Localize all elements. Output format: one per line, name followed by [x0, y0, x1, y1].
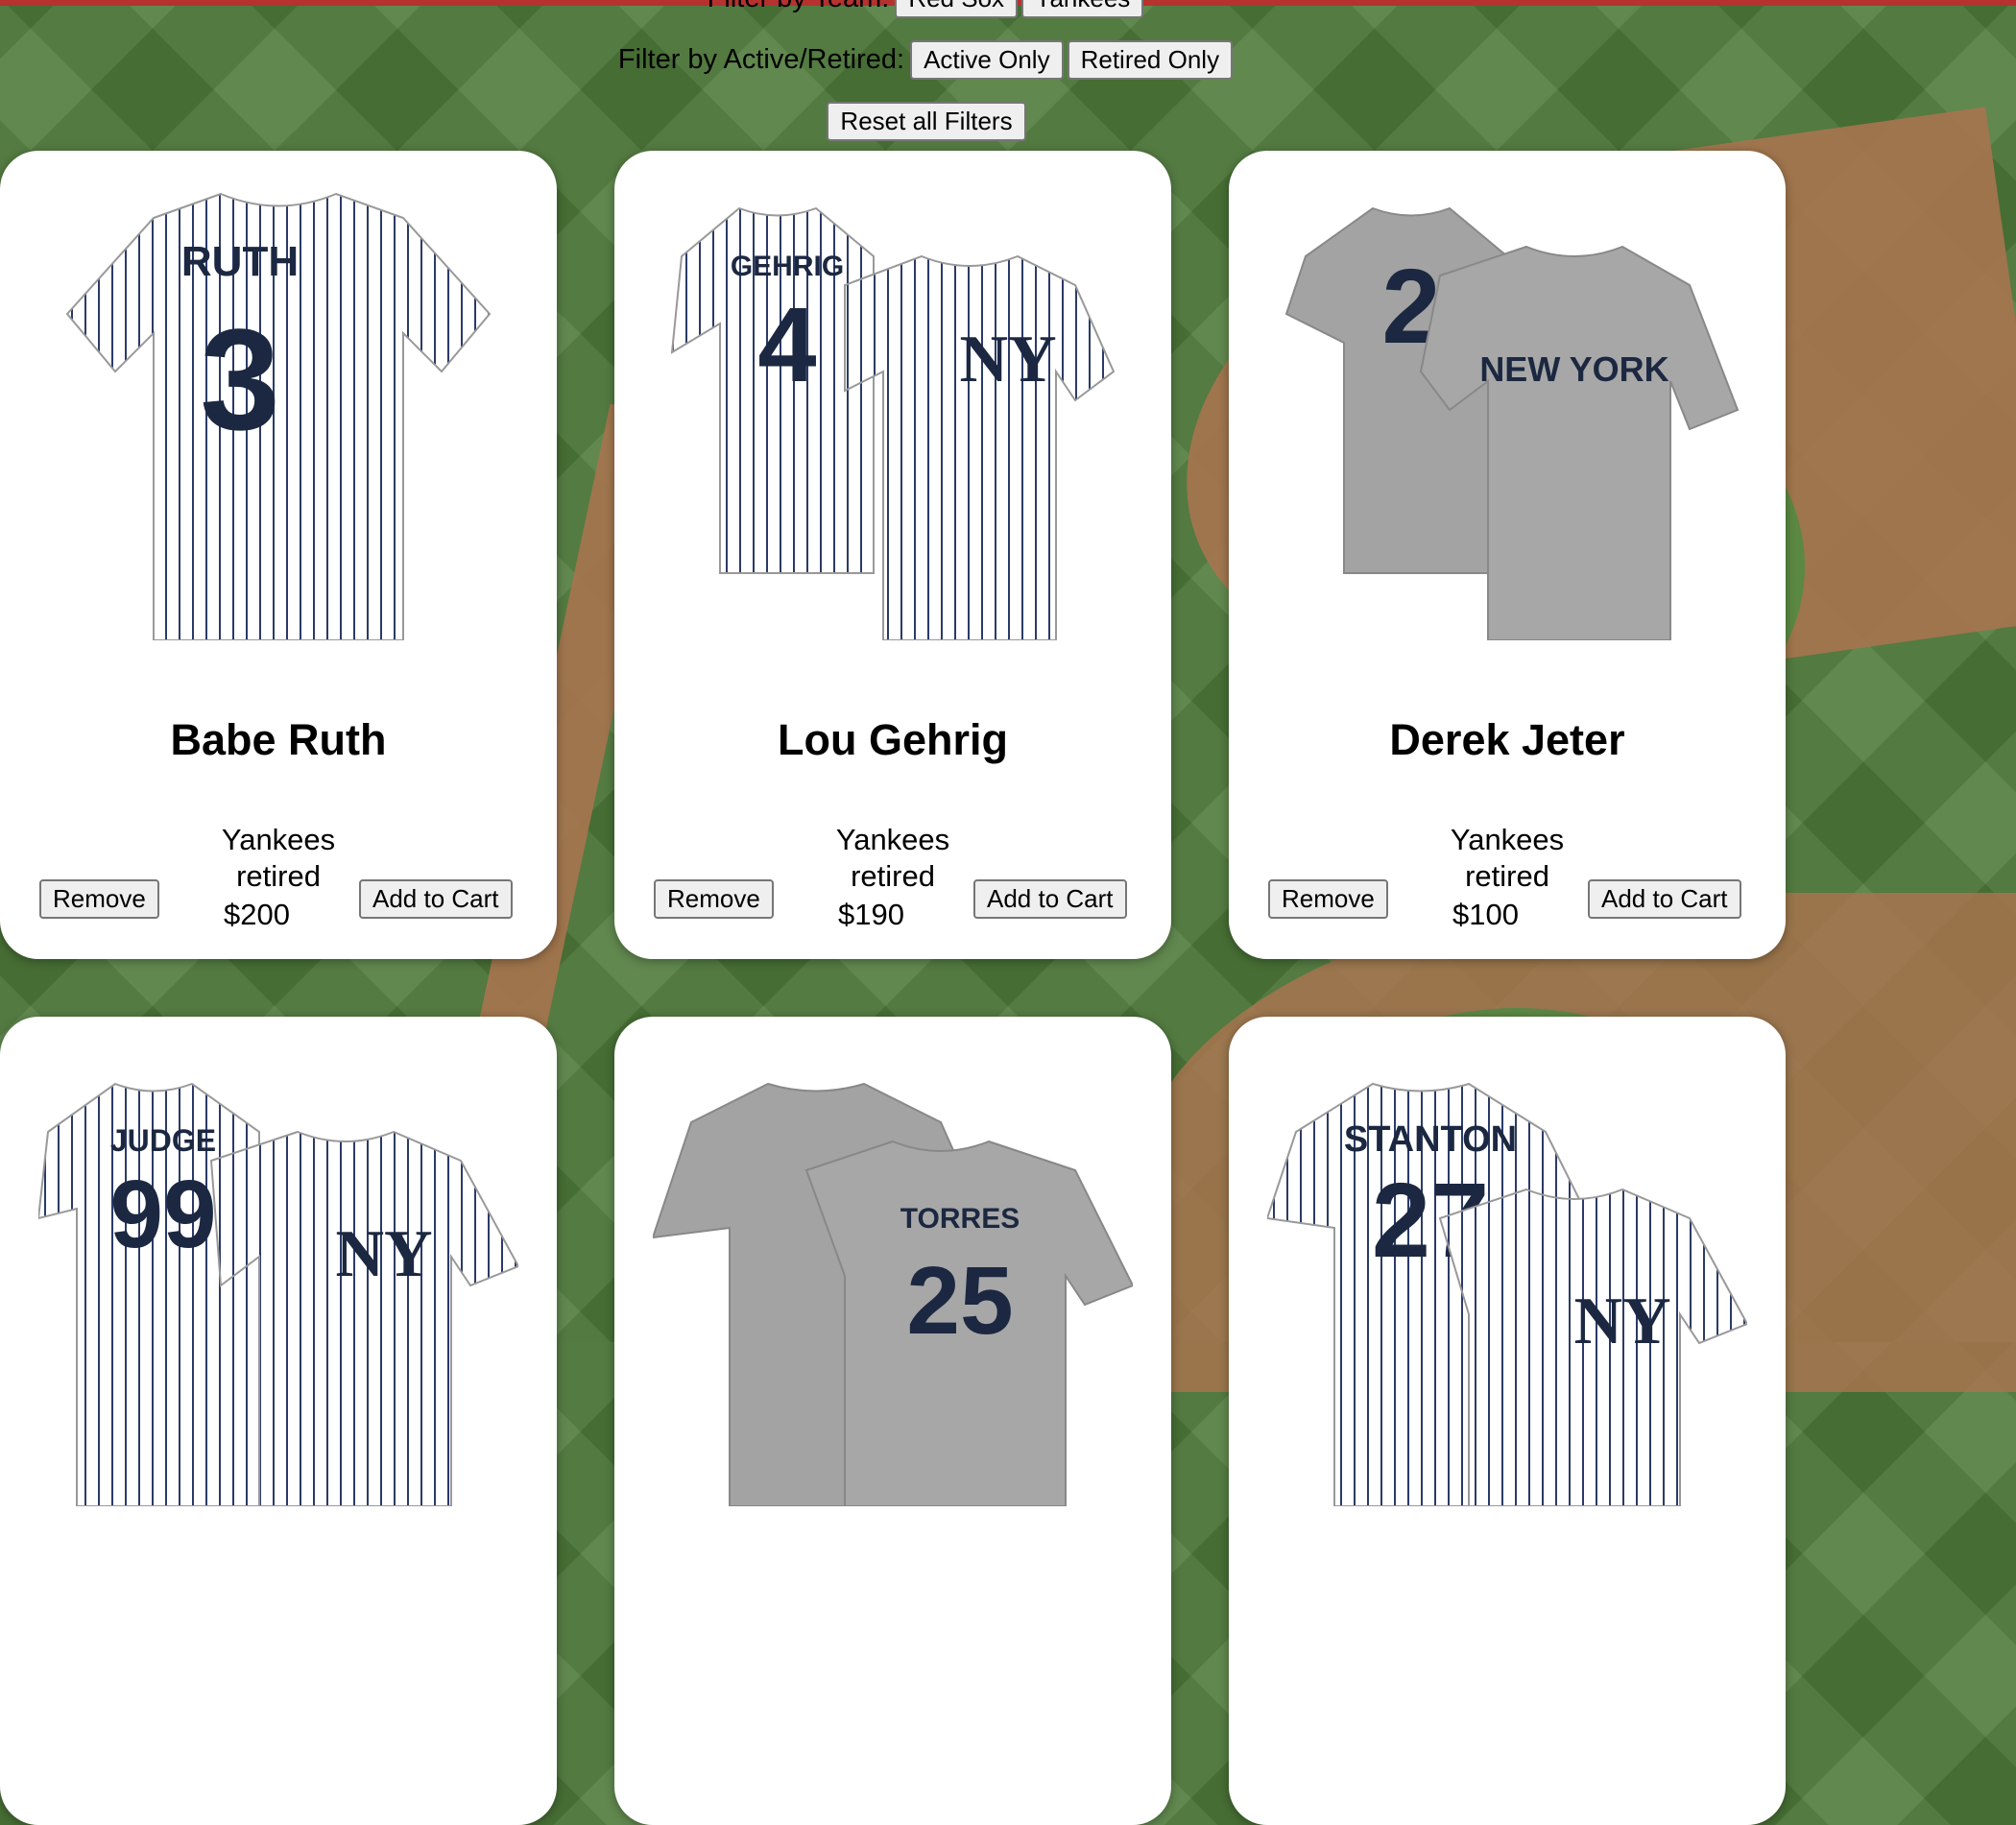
product-card: STANTON 27 NY: [1229, 1017, 1786, 1825]
product-card: 2 NEW YORK Derek Jeter Yankees retired R…: [1229, 151, 1786, 959]
price: $100: [1452, 898, 1519, 931]
player-name: Derek Jeter: [1389, 715, 1625, 764]
ny-logo-icon: NY: [1573, 1285, 1670, 1358]
jersey-image: JUDGE 99 NY: [38, 1082, 518, 1506]
jersey-name-text: RUTH: [181, 238, 299, 285]
red-sox-filter-button[interactable]: Red Sox: [895, 0, 1019, 18]
product-card: RUTH 3 Babe Ruth Yankees retired Remove …: [0, 151, 557, 959]
product-card: GEHRIG 4 NY Lou Gehrig Yankees retired R…: [614, 151, 1171, 959]
yankees-filter-button[interactable]: Yankees: [1021, 0, 1144, 18]
product-card: TORRES 25: [614, 1017, 1171, 1825]
add-to-cart-button[interactable]: Add to Cart: [1588, 879, 1741, 919]
remove-button[interactable]: Remove: [39, 879, 159, 919]
jersey-image: 2 NEW YORK: [1284, 206, 1740, 640]
product-card: JUDGE 99 NY: [0, 1017, 557, 1825]
price: $200: [224, 898, 290, 931]
jersey-image: RUTH 3: [65, 192, 492, 640]
retired-only-button[interactable]: Retired Only: [1067, 40, 1234, 80]
jersey-number-text: 3: [200, 299, 279, 460]
active-only-button[interactable]: Active Only: [910, 40, 1064, 80]
jersey-image: TORRES 25: [653, 1082, 1133, 1506]
price: $190: [838, 898, 904, 931]
jersey-number-text: 99: [109, 1161, 216, 1268]
team-filter-row: Filter by Team: Red Sox Yankees: [0, 0, 1853, 18]
jersey-name-text: JUDGE: [110, 1123, 216, 1158]
player-name: Lou Gehrig: [778, 715, 1008, 764]
add-to-cart-button[interactable]: Add to Cart: [359, 879, 513, 919]
jersey-name-text: NEW YORK: [1479, 349, 1668, 389]
jersey-number-text: 4: [757, 286, 816, 404]
add-to-cart-button[interactable]: Add to Cart: [973, 879, 1127, 919]
remove-button[interactable]: Remove: [1268, 879, 1388, 919]
ny-logo-icon: NY: [959, 323, 1056, 396]
jersey-image: GEHRIG 4 NY: [670, 206, 1116, 640]
player-team: Yankees: [221, 823, 336, 856]
team-filter-label: Filter by Team:: [708, 0, 890, 14]
reset-filters-button[interactable]: Reset all Filters: [827, 102, 1026, 141]
player-name: Babe Ruth: [170, 715, 387, 764]
reset-row: Reset all Filters: [0, 102, 1853, 141]
ny-logo-icon: NY: [335, 1217, 432, 1291]
player-team: Yankees: [1450, 823, 1565, 856]
remove-button[interactable]: Remove: [654, 879, 774, 919]
jersey-name-text: GEHRIG: [731, 251, 844, 282]
active-filter-label: Filter by Active/Retired:: [617, 44, 905, 75]
jersey-name-text: STANTON: [1344, 1119, 1517, 1160]
jersey-name-text: TORRES: [900, 1203, 1020, 1235]
jersey-image: STANTON 27 NY: [1267, 1082, 1747, 1506]
jersey-number-text: 25: [906, 1247, 1013, 1355]
active-filter-row: Filter by Active/Retired: Active Only Re…: [0, 40, 1853, 80]
player-team: Yankees: [835, 823, 950, 856]
